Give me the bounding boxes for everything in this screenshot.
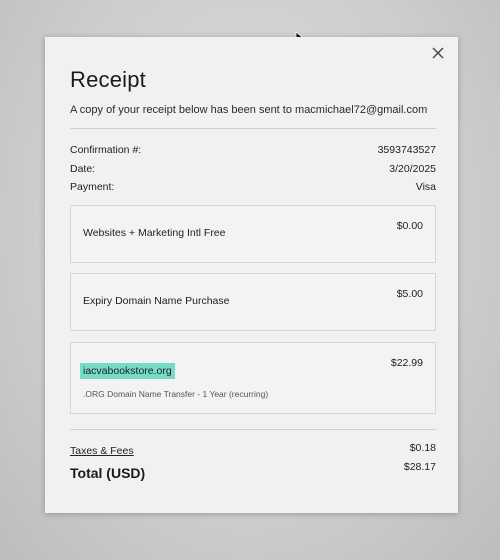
total-value: $28.17 [403, 461, 436, 473]
date-row: Date: 3/20/2025 [70, 163, 436, 175]
confirmation-value: 3593743527 [377, 144, 436, 156]
line-item-name: Websites + Marketing Intl Free [83, 227, 226, 239]
receipt-subtitle: A copy of your receipt below has been se… [70, 104, 428, 116]
date-value: 3/20/2025 [389, 163, 436, 175]
taxes-fees-link[interactable]: Taxes & Fees [70, 445, 134, 457]
line-item-card: iacvabookstore.org $22.99 .ORG Domain Na… [70, 342, 436, 414]
close-button[interactable] [428, 43, 448, 63]
payment-label: Payment: [70, 181, 115, 193]
receipt-modal: Receipt A copy of your receipt below has… [45, 37, 458, 513]
line-item-name: iacvabookstore.org [80, 363, 175, 379]
divider [70, 128, 436, 129]
close-icon [432, 47, 444, 59]
date-label: Date: [70, 163, 96, 175]
screen: Receipt A copy of your receipt below has… [0, 0, 500, 560]
payment-row: Payment: Visa [70, 181, 436, 193]
line-item-price: $22.99 [390, 357, 423, 369]
line-item-card: Expiry Domain Name Purchase $5.00 [70, 273, 436, 331]
confirmation-label: Confirmation #: [70, 144, 142, 156]
payment-value: Visa [415, 181, 436, 193]
total-label: Total (USD) [70, 465, 146, 481]
confirmation-row: Confirmation #: 3593743527 [70, 144, 436, 156]
line-item-price: $5.00 [396, 288, 423, 300]
divider [70, 429, 436, 430]
line-item-name: Expiry Domain Name Purchase [83, 295, 230, 307]
taxes-fees-value: $0.18 [409, 442, 436, 454]
receipt-title: Receipt [70, 67, 146, 92]
line-item-price: $0.00 [396, 220, 423, 232]
line-item-card: Websites + Marketing Intl Free $0.00 [70, 205, 436, 263]
line-item-description: .ORG Domain Name Transfer - 1 Year (recu… [83, 389, 269, 399]
